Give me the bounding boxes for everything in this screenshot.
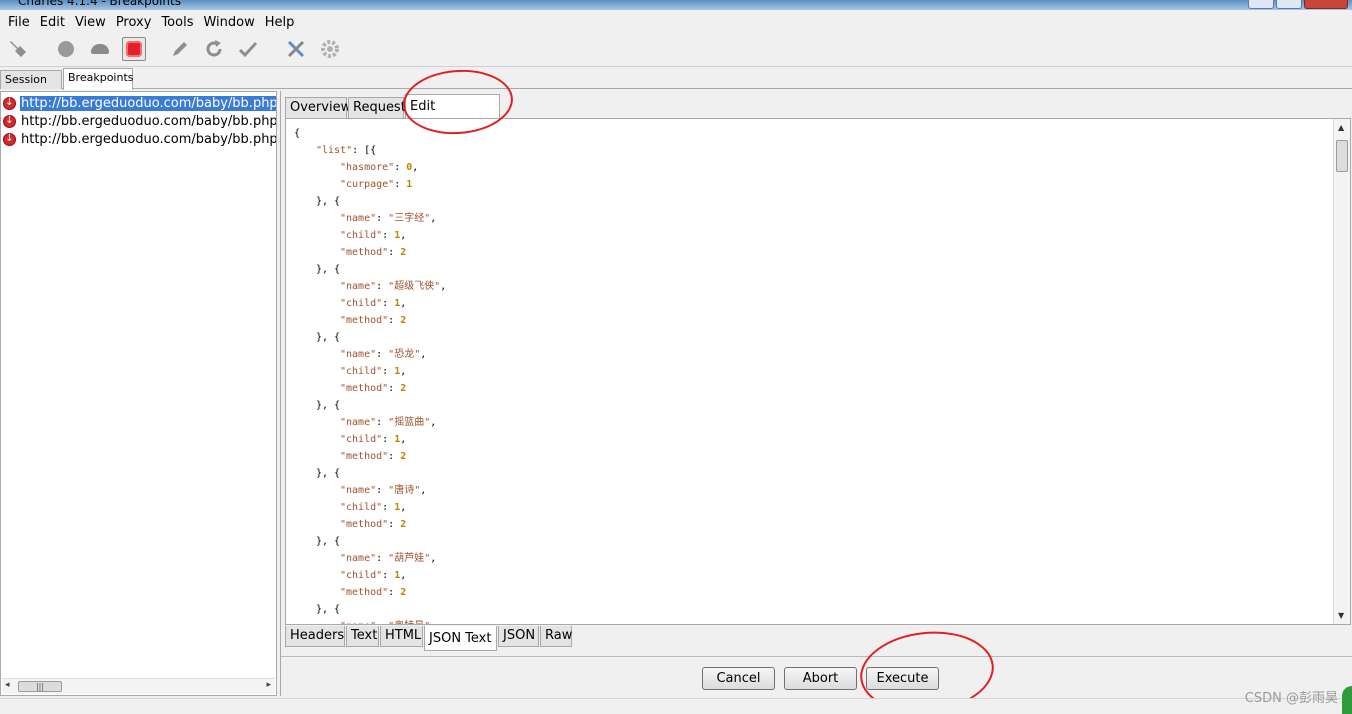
scroll-right-icon[interactable]: ▸ xyxy=(266,680,271,690)
breakpoint-icon: ↓ xyxy=(3,114,16,128)
scroll-down-icon[interactable]: ▼ xyxy=(1338,611,1344,620)
tab-overview[interactable]: Overview xyxy=(285,97,351,118)
throttle-turtle-icon[interactable] xyxy=(88,37,112,61)
json-line: "curpage": 1 xyxy=(340,179,413,190)
watermark: CSDN @彭雨昊 xyxy=(1244,691,1338,706)
window-controls xyxy=(1248,0,1348,9)
tab-breakpoints[interactable]: Breakpoints xyxy=(63,68,134,90)
horizontal-scrollbar[interactable]: ◂ ||| ▸ xyxy=(2,678,275,694)
checkmark-icon[interactable] xyxy=(236,37,260,61)
record-icon[interactable] xyxy=(54,37,78,61)
json-line: }, { xyxy=(316,264,341,275)
json-line: "name": "摇篮曲", xyxy=(340,417,437,428)
json-line: "child": 1, xyxy=(340,570,407,581)
window-title: Charles 4.1.4 - Breakpoints xyxy=(18,0,181,8)
json-line: "name": "恐龙", xyxy=(340,349,427,360)
json-line: "name": "唐诗", xyxy=(340,485,427,496)
breakpoint-row[interactable]: ↓ http://bb.ergeduoduo.com/baby/bb.php?t… xyxy=(3,94,276,112)
refresh-icon[interactable] xyxy=(202,37,226,61)
menu-file[interactable]: File xyxy=(3,15,35,30)
toolbar xyxy=(0,33,1352,67)
json-line: "hasmore": 0, xyxy=(340,162,419,173)
json-line: "name": "三字经", xyxy=(340,213,437,224)
gear-icon[interactable] xyxy=(318,37,342,61)
abort-button[interactable]: Abort xyxy=(784,667,857,690)
menu-window[interactable]: Window xyxy=(198,15,259,30)
close-button[interactable] xyxy=(1304,0,1348,9)
json-line: "child": 1, xyxy=(340,502,407,513)
json-line: "name": "葫芦娃", xyxy=(340,553,437,564)
breakpoint-action-bar: Cancel Abort Execute xyxy=(281,656,1352,696)
cancel-button[interactable]: Cancel xyxy=(702,667,775,690)
json-line: }, { xyxy=(316,332,341,343)
breakpoint-url: http://bb.ergeduoduo.com/baby/bb.php?ty xyxy=(20,95,276,111)
json-line: "method": 2 xyxy=(340,383,407,394)
status-strip xyxy=(0,698,1352,714)
breakpoint-url: http://bb.ergeduoduo.com/baby/bb.php?ty xyxy=(21,131,276,147)
json-line: "child": 1, xyxy=(340,366,407,377)
json-line: }, { xyxy=(316,400,341,411)
menu-help[interactable]: Help xyxy=(260,15,300,30)
scroll-thumb[interactable] xyxy=(1336,140,1348,172)
tab-text[interactable]: Text xyxy=(346,626,379,647)
scroll-left-icon[interactable]: ◂ xyxy=(5,680,10,690)
json-line: }, { xyxy=(316,536,341,547)
format-tab-strip: Headers Text HTML JSON Text JSON Raw xyxy=(285,626,1349,651)
json-text-editor[interactable]: {"list": [{"hasmore": 0, "curpage": 1}, {… xyxy=(285,118,1351,625)
title-bar: Charles 4.1.4 - Breakpoints xyxy=(0,0,1352,10)
tab-raw[interactable]: Raw xyxy=(540,626,572,647)
breakpoint-detail-pane: Overview Request Edit Response {"list": … xyxy=(280,91,1352,696)
breakpoints-stop-icon[interactable] xyxy=(122,37,146,61)
breakpoint-url: http://bb.ergeduoduo.com/baby/bb.php?ty xyxy=(21,113,276,129)
broom-icon[interactable] xyxy=(6,37,30,61)
tab-json-text[interactable]: JSON Text xyxy=(424,626,497,651)
json-content: {"list": [{"hasmore": 0, "curpage": 1}, {… xyxy=(294,125,447,624)
menu-view[interactable]: View xyxy=(70,15,111,30)
json-line: "method": 2 xyxy=(340,587,407,598)
tab-request[interactable]: Request xyxy=(348,97,406,118)
vertical-scrollbar[interactable]: ▲ ▼ xyxy=(1333,119,1350,624)
json-line: }, { xyxy=(316,468,341,479)
json-line: "child": 1, xyxy=(340,230,407,241)
json-line: "child": 1, xyxy=(340,298,407,309)
breakpoint-icon: ↓ xyxy=(3,132,16,146)
menu-bar: File Edit View Proxy Tools Window Help xyxy=(0,12,1352,33)
breakpoint-list: ↓ http://bb.ergeduoduo.com/baby/bb.php?t… xyxy=(0,91,277,696)
json-line: "method": 2 xyxy=(340,451,407,462)
tab-json[interactable]: JSON xyxy=(498,626,539,647)
json-line: "name": "超级飞侠", xyxy=(340,281,447,292)
session-tab-strip: Session 1 * Breakpoints xyxy=(0,68,1352,104)
breakpoint-row[interactable]: ↓ http://bb.ergeduoduo.com/baby/bb.php?t… xyxy=(3,112,276,130)
maximize-button[interactable] xyxy=(1276,0,1302,9)
scroll-up-icon[interactable]: ▲ xyxy=(1338,123,1344,132)
scroll-thumb[interactable]: ||| xyxy=(18,681,62,692)
tools-icon[interactable] xyxy=(284,37,308,61)
json-line: "list": [{ xyxy=(316,145,377,156)
menu-edit[interactable]: Edit xyxy=(35,15,70,30)
minimize-button[interactable] xyxy=(1248,0,1274,9)
breakpoint-row[interactable]: ↓ http://bb.ergeduoduo.com/baby/bb.php?t… xyxy=(3,130,276,148)
menu-tools[interactable]: Tools xyxy=(156,15,198,30)
json-line: "name": "奥特曼", xyxy=(294,618,446,624)
breakpoint-icon: ↓ xyxy=(3,96,16,110)
corner-badge xyxy=(1342,686,1352,714)
tab-session-1[interactable]: Session 1 * xyxy=(0,70,62,104)
json-line: "child": 1, xyxy=(340,434,407,445)
pen-icon[interactable] xyxy=(168,37,192,61)
json-line: }, { xyxy=(316,196,341,207)
tab-headers[interactable]: Headers xyxy=(285,626,345,647)
json-line: "method": 2 xyxy=(340,315,407,326)
json-line: "method": 2 xyxy=(340,519,407,530)
json-line: "method": 2 xyxy=(340,247,407,258)
json-line: }, { xyxy=(316,604,341,615)
tab-html[interactable]: HTML xyxy=(380,626,423,647)
menu-proxy[interactable]: Proxy xyxy=(111,15,157,30)
